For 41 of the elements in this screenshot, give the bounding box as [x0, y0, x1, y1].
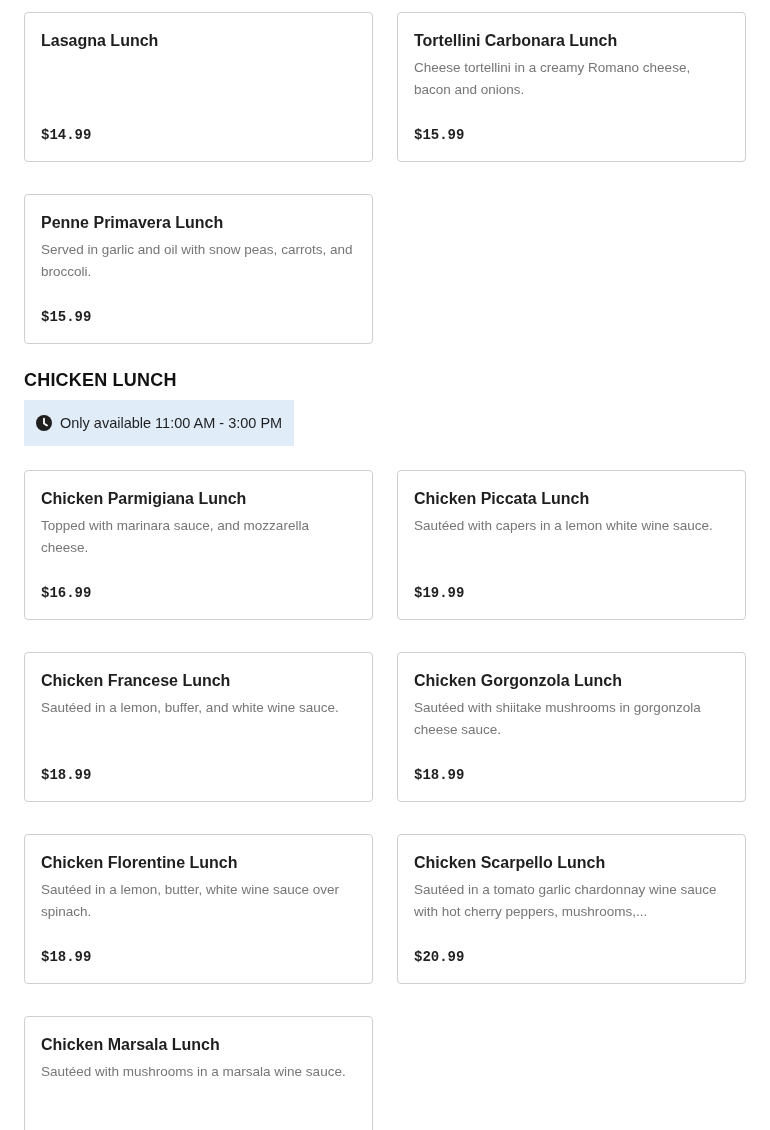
item-description: Sautéed in a tomato garlic chardonnay wine sauce with hot cherry peppers, mushrooms,...: [414, 881, 718, 921]
menu-card[interactable]: Chicken Piccata Lunch Sautéed with capers in a lemon white wine sauce. $19.99: [397, 470, 746, 620]
item-name: Chicken Piccata Lunch: [414, 489, 591, 509]
item-price: $14.99: [41, 126, 93, 145]
clock-icon: [36, 415, 52, 431]
item-price: $18.99: [41, 948, 93, 967]
item-name: Chicken Florentine Lunch: [41, 853, 239, 873]
item-description: Served in garlic and oil with snow peas, carrots, and broccoli.: [41, 241, 354, 281]
menu-card[interactable]: Chicken Scarpello Lunch Sautéed in a tomato garlic chardonnay wine sauce with hot cherry peppers, mushrooms,... $20.99: [397, 834, 746, 984]
item-price: $16.99: [41, 584, 93, 603]
item-description: Topped with marinara sauce, and mozzarella cheese.: [41, 517, 310, 557]
menu-card[interactable]: Chicken Florentine Lunch Sautéed in a lemon, butter, white wine sauce over spinach. $18.99: [24, 834, 373, 984]
item-price: $15.99: [414, 126, 466, 145]
item-description: Cheese tortellini in a creamy Romano cheese, bacon and onions.: [414, 59, 692, 99]
item-price: $15.99: [41, 308, 93, 327]
section-heading: CHICKEN LUNCH: [24, 369, 178, 392]
menu-card[interactable]: Chicken Francese Lunch Sautéed in a lemon, buffer, and white wine sauce. $18.99: [24, 652, 373, 802]
menu-card[interactable]: Chicken Gorgonzola Lunch Sautéed with shiitake mushrooms in gorgonzola cheese sauce. $18.99: [397, 652, 746, 802]
item-price: $20.99: [414, 948, 466, 967]
item-name: Chicken Gorgonzola Lunch: [414, 671, 623, 691]
item-name: Lasagna Lunch: [41, 31, 160, 51]
item-name: Chicken Scarpello Lunch: [414, 853, 607, 873]
item-name: Tortellini Carbonara Lunch: [414, 31, 619, 51]
item-name: Penne Primavera Lunch: [41, 213, 225, 233]
availability-text: Only available 11:00 AM - 3:00 PM: [60, 414, 283, 433]
item-name: Chicken Marsala Lunch: [41, 1035, 221, 1055]
item-price: $18.99: [414, 766, 466, 785]
item-description: Sautéed with shiitake mushrooms in gorgonzola cheese sauce.: [414, 699, 702, 739]
item-description: Sautéed in a lemon, buffer, and white wine sauce.: [41, 699, 340, 717]
item-price: $18.99: [41, 766, 93, 785]
item-description: Sautéed with capers in a lemon white wine sauce.: [414, 517, 714, 535]
item-name: Chicken Parmigiana Lunch: [41, 489, 248, 509]
item-description: Sautéed in a lemon, butter, white wine sauce over spinach.: [41, 881, 340, 921]
menu-card[interactable]: Tortellini Carbonara Lunch Cheese tortellini in a creamy Romano cheese, bacon and onions. $15.99: [397, 12, 746, 162]
menu-card[interactable]: Lasagna Lunch $14.99: [24, 12, 373, 162]
item-name: Chicken Francese Lunch: [41, 671, 232, 691]
item-description: Sautéed with mushrooms in a marsala wine sauce.: [41, 1063, 347, 1081]
menu-card[interactable]: Chicken Marsala Lunch Sautéed with mushrooms in a marsala wine sauce.: [24, 1016, 373, 1130]
menu-card[interactable]: Chicken Parmigiana Lunch Topped with marinara sauce, and mozzarella cheese. $16.99: [24, 470, 373, 620]
item-price: $19.99: [414, 584, 466, 603]
menu-card[interactable]: Penne Primavera Lunch Served in garlic and oil with snow peas, carrots, and broccoli. $15.99: [24, 194, 373, 344]
